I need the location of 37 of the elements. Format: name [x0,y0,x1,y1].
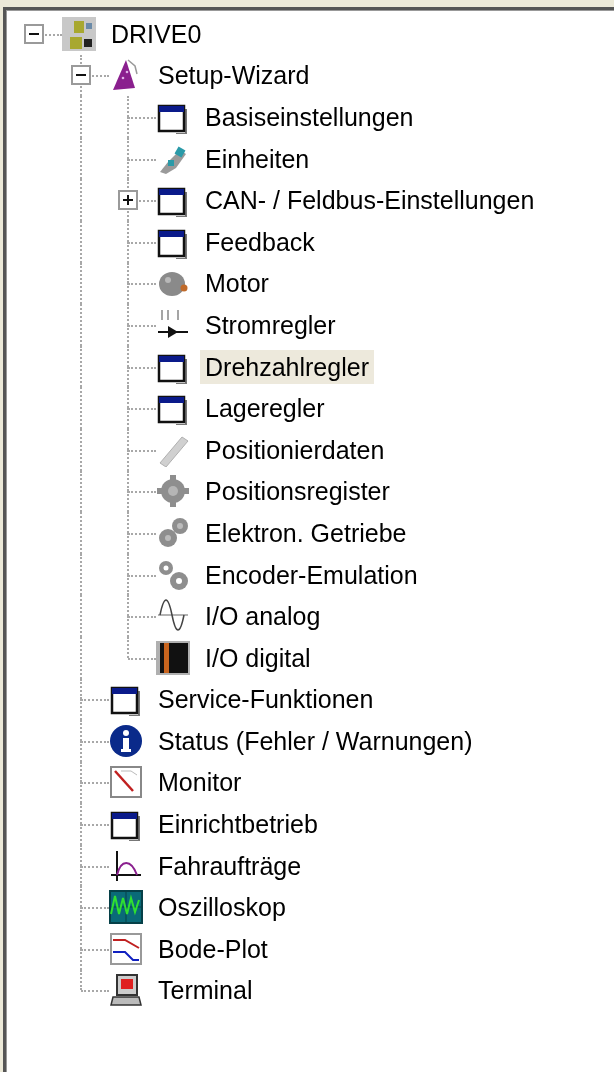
tree-item[interactable]: Monitor [153,765,247,800]
tree-item[interactable]: Bode-Plot [153,931,273,966]
collapse-button[interactable] [24,23,44,44]
tree-item[interactable]: Setup-Wizard [153,58,315,93]
sine-wave-icon [156,599,190,634]
info-icon [109,723,143,758]
tree-item[interactable]: Einheiten [200,141,315,176]
gear-icon [156,474,190,509]
oscilloscope-icon [109,890,143,925]
tree-item[interactable]: Positionsregister [200,474,395,509]
tree-item[interactable]: Einrichtbetrieb [153,807,323,842]
tree-item[interactable]: Basiseinstellungen [200,100,419,134]
tree-item[interactable]: Oszilloskop [153,890,291,925]
computer-icon [109,973,143,1008]
tree-item[interactable]: Service-Funktionen [153,682,379,717]
tree-item[interactable]: Terminal [153,973,258,1008]
tree-item[interactable]: Fahraufträge [153,848,307,883]
gears-icon [156,515,190,550]
tree-item[interactable]: Elektron. Getriebe [200,515,412,550]
drive-icon [62,16,96,51]
collapse-button[interactable] [71,65,91,86]
profile-curve-icon [109,848,143,883]
bode-plot-icon [109,931,143,966]
tree-item[interactable]: CAN- / Feldbus-Einstellungen [200,183,540,218]
tree-item[interactable]: Motor [200,266,274,301]
tree-item[interactable]: Stromregler [200,307,341,342]
tree-item[interactable]: Drehzahlregler [200,349,374,384]
tree-item[interactable]: I/O analog [200,599,326,634]
tree-item[interactable]: Feedback [200,224,320,259]
tree-item[interactable]: DRIVE0 [106,16,207,51]
tree-item[interactable]: Lageregler [200,391,330,426]
chart-icon [109,765,143,800]
expand-button[interactable] [118,190,138,211]
tree-item[interactable]: Positionierdaten [200,432,390,467]
tree-item[interactable]: I/O digital [200,640,316,675]
tree-item[interactable]: Encoder-Emulation [200,557,423,592]
tree-item[interactable]: Status (Fehler / Warnungen) [153,723,478,758]
